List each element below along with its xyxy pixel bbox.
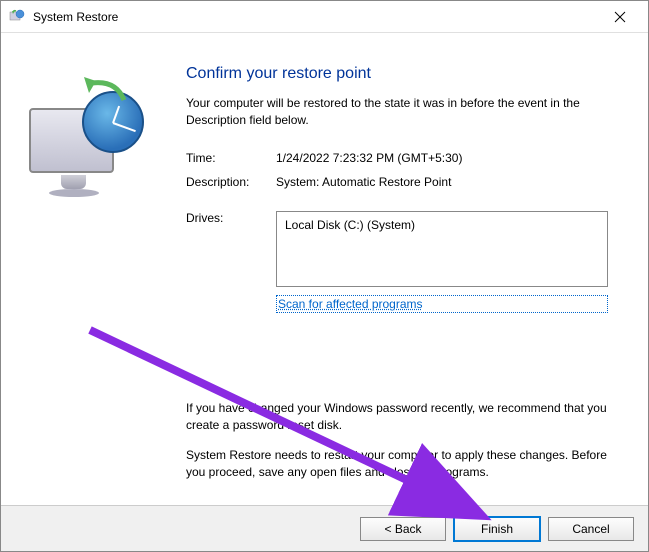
drive-item: Local Disk (C:) (System) — [285, 218, 415, 232]
system-restore-window: System Restore Confirm your restore poin… — [0, 0, 649, 552]
drives-row: Drives: Local Disk (C:) (System) — [186, 211, 608, 287]
dialog-body: Confirm your restore point Your computer… — [1, 33, 648, 505]
page-subtitle: Your computer will be restored to the st… — [186, 95, 608, 129]
password-notice: If you have changed your Windows passwor… — [186, 400, 608, 434]
time-label: Time: — [186, 151, 276, 165]
time-value: 1/24/2022 7:23:32 PM (GMT+5:30) — [276, 151, 608, 165]
description-label: Description: — [186, 175, 276, 189]
drives-list[interactable]: Local Disk (C:) (System) — [276, 211, 608, 287]
sidebar — [1, 33, 166, 505]
titlebar: System Restore — [1, 1, 648, 33]
cancel-button[interactable]: Cancel — [548, 517, 634, 541]
page-heading: Confirm your restore point — [186, 65, 608, 83]
drives-label: Drives: — [186, 211, 276, 225]
restore-illustration — [19, 83, 149, 193]
restore-arrow-icon — [74, 75, 134, 115]
scan-affected-link[interactable]: Scan for affected programs — [276, 295, 608, 313]
app-icon — [9, 9, 25, 25]
close-button[interactable] — [600, 3, 640, 31]
window-title: System Restore — [33, 10, 600, 24]
button-footer: < Back Finish Cancel — [1, 505, 648, 551]
description-row: Description: System: Automatic Restore P… — [186, 175, 608, 189]
restart-notice: System Restore needs to restart your com… — [186, 447, 608, 481]
content-pane: Confirm your restore point Your computer… — [166, 33, 648, 505]
back-button[interactable]: < Back — [360, 517, 446, 541]
description-value: System: Automatic Restore Point — [276, 175, 608, 189]
finish-button[interactable]: Finish — [454, 517, 540, 541]
time-row: Time: 1/24/2022 7:23:32 PM (GMT+5:30) — [186, 151, 608, 165]
